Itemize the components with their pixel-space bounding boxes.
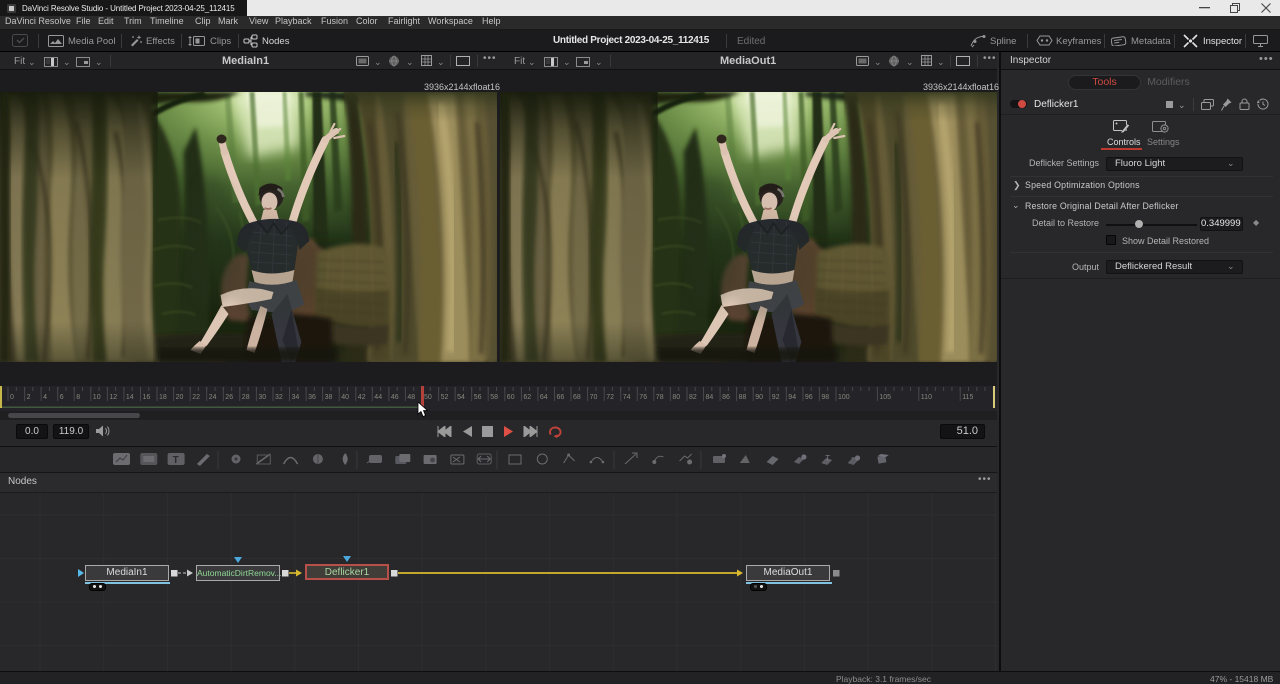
svg-text:6: 6: [60, 394, 64, 401]
svg-text:105: 105: [879, 394, 891, 401]
svg-text:76: 76: [639, 394, 647, 401]
svg-text:20: 20: [176, 394, 184, 401]
svg-text:12: 12: [109, 394, 117, 401]
svg-text:74: 74: [623, 394, 631, 401]
svg-text:54: 54: [457, 394, 465, 401]
svg-text:2: 2: [27, 394, 31, 401]
svg-text:100: 100: [838, 394, 850, 401]
svg-text:18: 18: [159, 394, 167, 401]
svg-text:16: 16: [143, 394, 151, 401]
svg-text:14: 14: [126, 394, 134, 401]
svg-text:32: 32: [275, 394, 283, 401]
svg-text:92: 92: [772, 394, 780, 401]
svg-text:4: 4: [43, 394, 47, 401]
svg-text:82: 82: [689, 394, 697, 401]
svg-text:84: 84: [706, 394, 714, 401]
svg-text:96: 96: [805, 394, 813, 401]
svg-text:T: T: [173, 455, 179, 466]
svg-text:110: 110: [921, 394, 932, 401]
svg-text:46: 46: [391, 394, 399, 401]
svg-text:62: 62: [523, 394, 531, 401]
svg-text:72: 72: [606, 394, 614, 401]
svg-text:86: 86: [722, 394, 730, 401]
svg-text:36: 36: [308, 394, 316, 401]
svg-text:T: T: [825, 454, 830, 463]
svg-text:22: 22: [192, 394, 200, 401]
svg-text:42: 42: [358, 394, 366, 401]
svg-text:50: 50: [424, 394, 432, 401]
svg-text:98: 98: [821, 394, 829, 401]
svg-text:78: 78: [656, 394, 664, 401]
svg-text:40: 40: [341, 394, 349, 401]
svg-text:0: 0: [10, 394, 14, 401]
svg-text:64: 64: [540, 394, 548, 401]
svg-text:80: 80: [672, 394, 680, 401]
svg-text:10: 10: [93, 394, 101, 401]
svg-text:30: 30: [258, 394, 266, 401]
svg-text:34: 34: [292, 394, 300, 401]
svg-text:56: 56: [474, 394, 482, 401]
svg-text:28: 28: [242, 394, 250, 401]
svg-text:68: 68: [573, 394, 581, 401]
svg-text:26: 26: [225, 394, 233, 401]
svg-text:52: 52: [441, 394, 449, 401]
svg-text:90: 90: [755, 394, 763, 401]
svg-text:48: 48: [407, 394, 415, 401]
svg-text:66: 66: [557, 394, 565, 401]
svg-text:70: 70: [590, 394, 598, 401]
svg-text:8: 8: [76, 394, 80, 401]
svg-text:60: 60: [507, 394, 515, 401]
svg-text:115: 115: [962, 394, 973, 401]
svg-text:94: 94: [788, 394, 796, 401]
svg-text:58: 58: [490, 394, 498, 401]
svg-text:88: 88: [739, 394, 747, 401]
svg-text:24: 24: [209, 394, 217, 401]
svg-text:44: 44: [374, 394, 382, 401]
svg-text:38: 38: [325, 394, 333, 401]
